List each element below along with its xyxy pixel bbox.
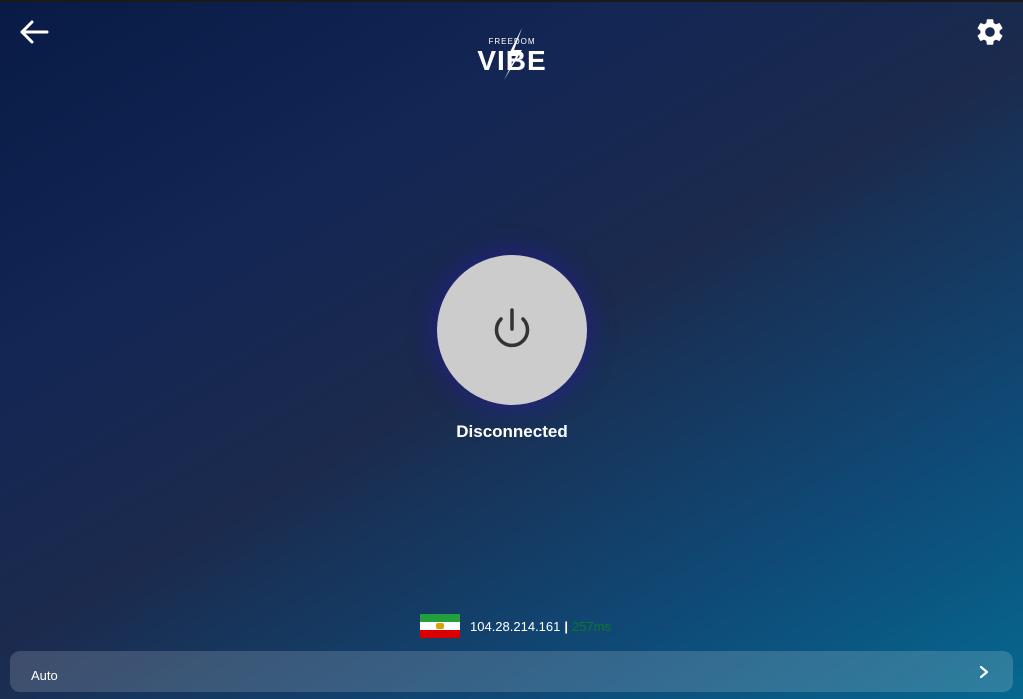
connection-mode-label: Auto <box>31 668 58 683</box>
app-logo: FREEDOM VIBE <box>470 26 554 82</box>
chevron-right-icon <box>977 665 991 679</box>
server-ping: 257ms <box>572 618 612 634</box>
server-info: 104.28.214.161 | 257ms <box>420 614 611 638</box>
power-button[interactable] <box>437 255 587 405</box>
arrow-left-icon <box>20 20 49 44</box>
back-button[interactable] <box>16 16 52 48</box>
connection-status: Disconnected <box>456 422 568 441</box>
power-icon <box>494 308 530 348</box>
server-ip: 104.28.214.161 <box>470 618 561 634</box>
iran-flag-icon <box>420 614 460 638</box>
server-separator: | <box>564 618 569 634</box>
gear-icon <box>977 19 1003 45</box>
logo-big-text: VIBE <box>477 45 547 76</box>
window-top-border <box>0 0 1023 2</box>
settings-button[interactable] <box>972 14 1008 50</box>
connection-mode-selector[interactable]: Auto <box>10 651 1013 692</box>
